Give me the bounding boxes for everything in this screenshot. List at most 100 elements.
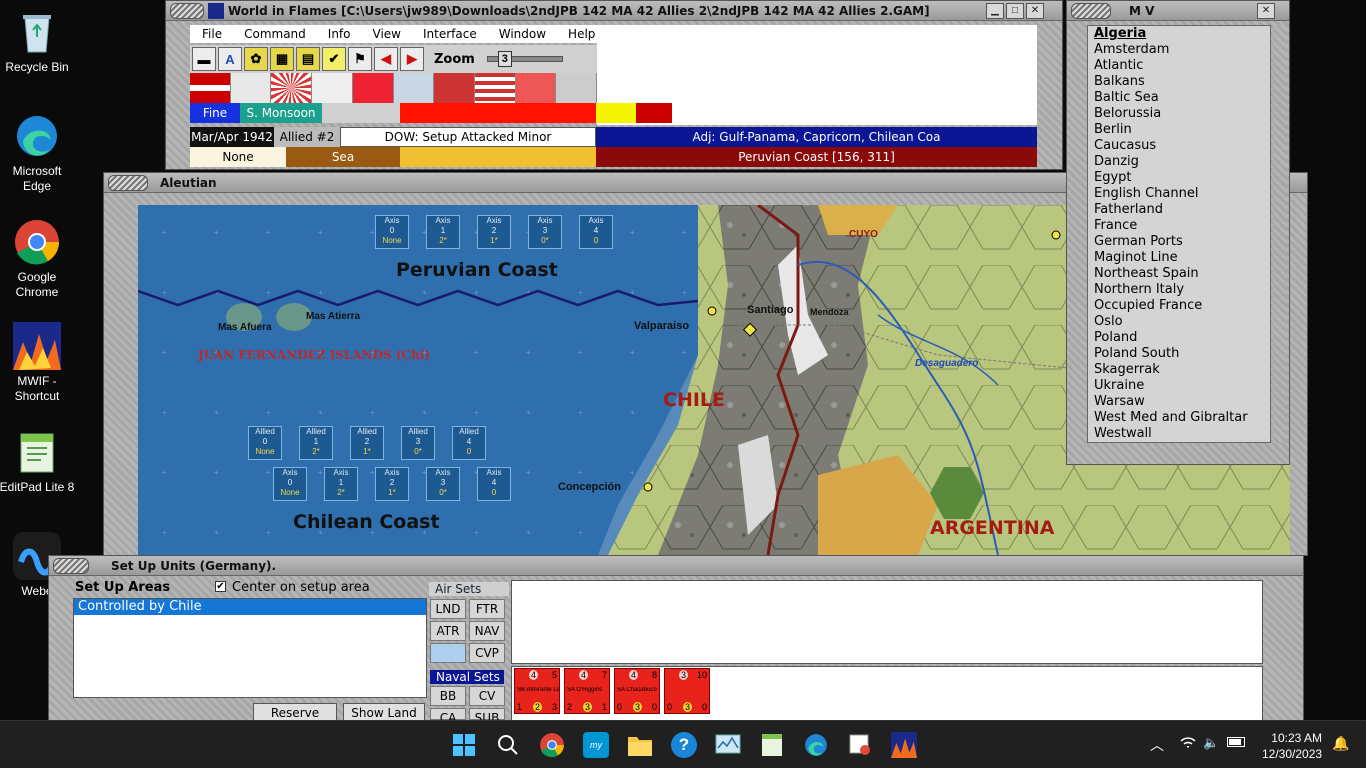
mwif-taskbar-icon[interactable] [888, 729, 920, 761]
close-icon[interactable]: ✕ [1257, 2, 1275, 19]
flag-italy[interactable] [230, 73, 272, 103]
flag-france[interactable] [434, 73, 475, 103]
flag-ussr[interactable] [515, 73, 557, 103]
axis-box-1[interactable]: Axis 1 2* [426, 215, 460, 249]
air-set-nav[interactable]: NAV [469, 621, 505, 641]
flag-neutral[interactable] [556, 73, 598, 103]
search-icon[interactable] [492, 729, 524, 761]
notification-bell-icon[interactable]: 🔔 [1332, 735, 1349, 752]
edge-taskbar-icon[interactable] [800, 729, 832, 761]
start-icon[interactable] [448, 729, 480, 761]
window-grip[interactable] [108, 174, 148, 191]
list-item[interactable]: Fatherland [1088, 202, 1270, 218]
menu-window[interactable]: Window [487, 25, 556, 43]
setup-areas-list[interactable]: Controlled by Chile [73, 598, 427, 698]
volume-icon[interactable]: 🔈 [1203, 735, 1219, 751]
list-item[interactable]: Poland [1088, 330, 1270, 346]
air-set-atr[interactable]: ATR [430, 621, 466, 641]
list-item[interactable]: Balkans [1088, 74, 1270, 90]
list-item[interactable]: Oslo [1088, 314, 1270, 330]
window-grip[interactable] [170, 2, 204, 19]
allied-box-0[interactable]: Allied 0 None [248, 426, 282, 460]
wifi-icon[interactable] [1180, 736, 1196, 753]
axis-box-2[interactable]: Axis 2 1* [477, 215, 511, 249]
flag-germany[interactable] [190, 73, 231, 103]
list-item[interactable]: Algeria [1088, 26, 1270, 42]
list-item[interactable]: Controlled by Chile [74, 599, 426, 615]
main-titlebar[interactable]: World in Flames [C:\Users\jw989\Download… [166, 1, 1062, 21]
axis-box-3[interactable]: Axis 3 0* [528, 215, 562, 249]
chevron-up-icon[interactable]: ︿ [1150, 735, 1164, 755]
allied-box-4[interactable]: Allied 4 0 [452, 426, 486, 460]
list-item[interactable]: German Ports [1088, 234, 1270, 250]
list-item[interactable]: Amsterdam [1088, 42, 1270, 58]
flag-china[interactable] [352, 73, 394, 103]
menu-interface[interactable]: Interface [411, 25, 487, 43]
allied-box-1[interactable]: Allied 1 2* [299, 426, 333, 460]
axis2-box-0[interactable]: Axis 0 None [273, 467, 307, 501]
ship-counter[interactable]: 4 8 SA Chacabuco 0 3 0 [614, 668, 660, 714]
grid-tool-icon[interactable]: ▦ [270, 47, 294, 71]
monitor-icon[interactable] [712, 729, 744, 761]
allied-box-2[interactable]: Allied 2 1* [350, 426, 384, 460]
mv-titlebar[interactable]: M V ✕ [1067, 1, 1289, 21]
list-item[interactable]: Atlantic [1088, 58, 1270, 74]
menu-view[interactable]: View [361, 25, 411, 43]
editpad-taskbar-icon[interactable] [756, 729, 788, 761]
minimize-icon[interactable]: ▁ [986, 2, 1004, 19]
naval-set-ca[interactable]: CA [430, 708, 466, 725]
naval-set-sub[interactable]: SUB [469, 708, 505, 725]
list-item[interactable]: Skagerrak [1088, 362, 1270, 378]
axis2-box-4[interactable]: Axis 4 0 [477, 467, 511, 501]
counter-tool-icon[interactable]: ▤ [296, 47, 320, 71]
flag-usa[interactable] [474, 73, 516, 103]
list-item[interactable]: Westwall [1088, 426, 1270, 442]
mv-list[interactable]: Algeria Amsterdam Atlantic Balkans Balti… [1087, 25, 1271, 443]
list-item[interactable]: Maginot Line [1088, 250, 1270, 266]
text-tool-icon[interactable]: A [218, 47, 242, 71]
setup-titlebar[interactable]: Set Up Units (Germany). [49, 556, 1303, 576]
arrow-left-icon[interactable]: ◀ [374, 47, 398, 71]
flag-vichy[interactable] [312, 73, 353, 103]
window-grip[interactable] [53, 557, 89, 574]
maximize-icon[interactable]: □ [1006, 2, 1024, 19]
list-item[interactable]: Egypt [1088, 170, 1270, 186]
naval-set-cv[interactable]: CV [469, 686, 505, 706]
zoom-thumb[interactable]: 3 [497, 51, 512, 67]
check-tool-icon[interactable]: ✔ [322, 47, 346, 71]
desktop-icon-editpad[interactable]: EditPad Lite 8 [0, 428, 77, 495]
flag-japan[interactable] [271, 73, 313, 103]
window-grip[interactable] [1071, 2, 1111, 19]
list-item[interactable]: Danzig [1088, 154, 1270, 170]
flag-uk[interactable] [393, 73, 435, 103]
axis-box-4[interactable]: Axis 4 0 [579, 215, 613, 249]
myhp-icon[interactable]: my [580, 729, 612, 761]
desktop-icon-recycle-bin[interactable]: Recycle Bin [0, 8, 77, 75]
ship-counter[interactable]: 4 5 SB Almirante Latorre 1 2 3 [514, 668, 560, 714]
list-item[interactable]: Northeast Spain [1088, 266, 1270, 282]
list-item[interactable]: English Channel [1088, 186, 1270, 202]
list-item[interactable]: Poland South [1088, 346, 1270, 362]
truck-icon[interactable]: ▬ [192, 47, 216, 71]
center-checkbox[interactable]: ✔ [215, 581, 226, 592]
list-item[interactable]: Warsaw [1088, 394, 1270, 410]
battery-icon[interactable] [1227, 737, 1245, 747]
menu-command[interactable]: Command [232, 25, 316, 43]
axis-box-0[interactable]: Axis 0 None [375, 215, 409, 249]
list-item[interactable]: West Med and Gibraltar [1088, 410, 1270, 426]
list-item[interactable]: Occupied France [1088, 298, 1270, 314]
axis2-box-3[interactable]: Axis 3 0* [426, 467, 460, 501]
list-item[interactable]: Berlin [1088, 122, 1270, 138]
menu-info[interactable]: Info [316, 25, 361, 43]
snipping-tool-icon[interactable] [844, 729, 876, 761]
air-set-ftr[interactable]: FTR [469, 599, 505, 619]
desktop-icon-mwif[interactable]: MWIF - Shortcut [0, 322, 77, 404]
gear-icon[interactable]: ✿ [244, 47, 268, 71]
axis2-box-2[interactable]: Axis 2 1* [375, 467, 409, 501]
list-item[interactable]: Belorussia [1088, 106, 1270, 122]
list-item[interactable]: Northern Italy [1088, 282, 1270, 298]
list-item[interactable]: France [1088, 218, 1270, 234]
naval-set-bb[interactable]: BB [430, 686, 466, 706]
list-item[interactable]: Caucasus [1088, 138, 1270, 154]
axis2-box-1[interactable]: Axis 1 2* [324, 467, 358, 501]
